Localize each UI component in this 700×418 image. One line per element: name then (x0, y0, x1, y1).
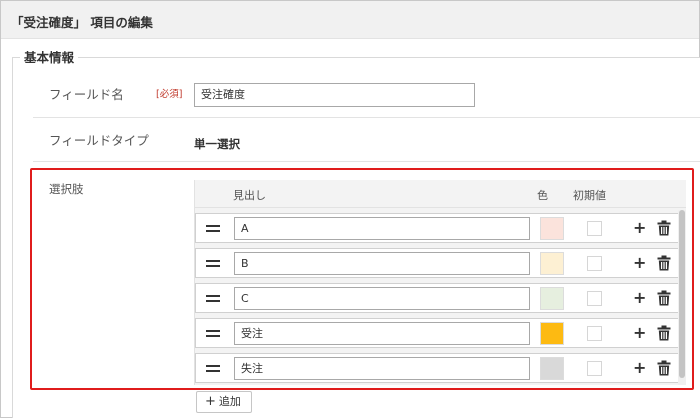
field-name-input[interactable]: 受注確度 (194, 83, 475, 107)
row-divider (33, 117, 700, 118)
field-type-value: 単一選択 (194, 137, 240, 151)
add-button-label: 追加 (218, 395, 241, 408)
add-choice-button[interactable]: + 追加 (196, 391, 252, 413)
field-type-label: フィールドタイプ (49, 133, 149, 148)
plus-icon: + (205, 394, 216, 409)
dialog-header: 「受注確度」 項目の編集 (1, 1, 699, 39)
section-title: 基本情報 (20, 47, 79, 66)
field-name-label: フィールド名 (49, 87, 124, 102)
highlight-box (30, 168, 694, 390)
row-divider (33, 161, 700, 162)
dialog-title: 「受注確度」 項目の編集 (11, 15, 153, 30)
required-badge: [必須] (156, 89, 183, 100)
